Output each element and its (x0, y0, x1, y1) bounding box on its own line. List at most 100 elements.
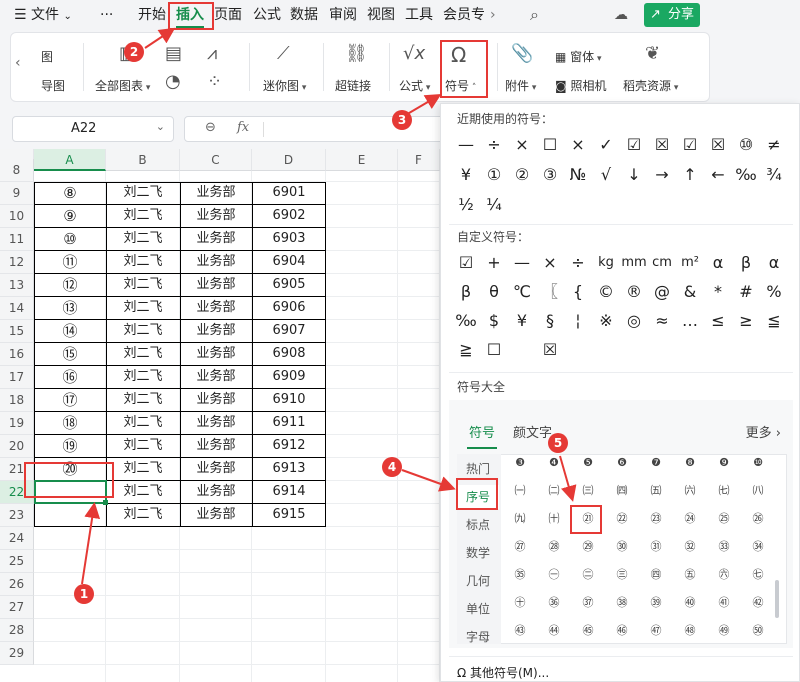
custom-symbol[interactable]: $ (481, 310, 507, 332)
serial-symbol[interactable]: ㉕ (713, 508, 735, 530)
serial-symbol[interactable]: ㊶ (713, 592, 735, 614)
recent-symbol[interactable]: ¼ (481, 194, 507, 216)
custom-symbol[interactable]: + (481, 252, 507, 274)
custom-symbol[interactable]: ¥ (509, 310, 535, 332)
paperclip-icon[interactable]: 📎 (511, 43, 533, 64)
recent-symbol[interactable]: ⑩ (733, 134, 759, 156)
sparkline-icon[interactable]: ⟋ (277, 43, 290, 64)
custom-symbol[interactable]: kg (593, 252, 619, 274)
row-header-10[interactable]: 10 (0, 205, 34, 228)
row-header-26[interactable]: 26 (0, 573, 34, 596)
recent-symbol[interactable]: × (509, 134, 535, 156)
serial-symbol[interactable]: ❾ (713, 452, 735, 474)
cell-c-14[interactable]: 业务部 (180, 297, 252, 320)
recent-symbol[interactable]: ↑ (677, 164, 703, 186)
custom-symbol[interactable]: @ (649, 281, 675, 303)
serial-symbol[interactable]: ❽ (679, 452, 701, 474)
serial-symbol[interactable]: ㉔ (679, 508, 701, 530)
category-6[interactable]: 字母 (457, 625, 499, 649)
serial-symbol[interactable]: ❺ (577, 452, 599, 474)
custom-symbol[interactable]: ≧ (453, 339, 479, 361)
recent-symbol[interactable]: ③ (537, 164, 563, 186)
menu-data[interactable]: 数据 (290, 5, 318, 25)
serial-symbol[interactable]: ㊀ (543, 564, 565, 586)
chevron-right-icon[interactable]: › (490, 5, 496, 25)
custom-symbol[interactable]: α (705, 252, 731, 274)
serial-symbol[interactable]: ㊅ (713, 564, 735, 586)
column-chart-icon[interactable]: ▤ (165, 43, 182, 64)
custom-symbol[interactable]: ≈ (649, 310, 675, 332)
serial-symbol[interactable]: ㊁ (577, 564, 599, 586)
serial-symbol[interactable]: ㉟ (509, 564, 531, 586)
custom-symbol[interactable]: ☒ (537, 339, 563, 361)
cell-c-20[interactable]: 业务部 (180, 435, 252, 458)
row-header-15[interactable]: 15 (0, 320, 34, 343)
recent-symbol[interactable]: ½ (453, 194, 479, 216)
cell-b-18[interactable]: 刘二飞 (106, 389, 180, 412)
ribbon-item-chart-part[interactable]: 图 (41, 48, 53, 65)
custom-symbol[interactable]: × (537, 252, 563, 274)
custom-symbol[interactable]: ® (621, 281, 647, 303)
cell-d-10[interactable]: 6902 (252, 205, 326, 228)
formula-button[interactable]: 公式 ▾ (399, 77, 430, 94)
menu-view[interactable]: 视图 (367, 5, 395, 25)
cloud-icon[interactable]: ☁ (614, 5, 628, 25)
custom-symbol[interactable]: % (761, 281, 787, 303)
other-symbols-button[interactable]: Ω 其他符号(M)... (457, 664, 549, 681)
recent-symbol[interactable]: № (565, 164, 591, 186)
serial-symbol[interactable]: ㊸ (509, 620, 531, 642)
custom-symbol[interactable]: β (733, 252, 759, 274)
menu-review[interactable]: 审阅 (329, 5, 357, 25)
cell-c-9[interactable]: 业务部 (180, 182, 252, 205)
custom-symbol[interactable]: ÷ (565, 252, 591, 274)
cell-a-9[interactable]: ⑧ (34, 182, 106, 205)
serial-symbol[interactable]: ㈣ (611, 480, 633, 502)
leaf-icon[interactable]: ❦ (645, 43, 660, 64)
cell-c-10[interactable]: 业务部 (180, 205, 252, 228)
cell-b-19[interactable]: 刘二飞 (106, 412, 180, 435)
cell-b-13[interactable]: 刘二飞 (106, 274, 180, 297)
serial-symbol[interactable]: ㈦ (713, 480, 735, 502)
window-button[interactable]: ▦ 窗体 ▾ (555, 48, 602, 65)
cell-d-17[interactable]: 6909 (252, 366, 326, 389)
resources-button[interactable]: 稻壳资源 ▾ (623, 77, 678, 94)
serial-symbol[interactable]: ㈢ (577, 480, 599, 502)
cell-d-20[interactable]: 6912 (252, 435, 326, 458)
row-header-12[interactable]: 12 (0, 251, 34, 274)
serial-symbol[interactable]: ㉗ (509, 536, 531, 558)
serial-symbol[interactable]: ㉒ (611, 508, 633, 530)
recent-symbol[interactable]: ① (481, 164, 507, 186)
cell-c-18[interactable]: 业务部 (180, 389, 252, 412)
cell-d-16[interactable]: 6908 (252, 343, 326, 366)
serial-symbol[interactable]: ㊼ (645, 620, 667, 642)
row-header-19[interactable]: 19 (0, 412, 34, 435)
row-header-13[interactable]: 13 (0, 274, 34, 297)
cell-d-19[interactable]: 6911 (252, 412, 326, 435)
cell-b-17[interactable]: 刘二飞 (106, 366, 180, 389)
custom-symbol[interactable]: © (593, 281, 619, 303)
serial-symbol[interactable]: ❼ (645, 452, 667, 474)
cell-d-12[interactable]: 6904 (252, 251, 326, 274)
cell-c-11[interactable]: 业务部 (180, 228, 252, 251)
scrollbar-thumb[interactable] (775, 580, 779, 618)
serial-symbol[interactable]: ❸ (509, 452, 531, 474)
cell-a-14[interactable]: ⑬ (34, 297, 106, 320)
custom-symbol[interactable]: ≦ (761, 310, 787, 332)
serial-symbol[interactable]: ㊿ (747, 620, 769, 642)
custom-symbol[interactable]: & (677, 281, 703, 303)
cell-c-23[interactable]: 业务部 (180, 504, 252, 527)
serial-symbol[interactable]: ㊵ (679, 592, 701, 614)
custom-symbol[interactable]: — (509, 252, 535, 274)
zoom-icon[interactable]: ⊖ (205, 120, 216, 135)
row-header-18[interactable]: 18 (0, 389, 34, 412)
serial-symbol[interactable]: ㉖ (747, 508, 769, 530)
serial-symbol[interactable]: ㉓ (645, 508, 667, 530)
cell-a-23[interactable] (34, 504, 106, 527)
cell-d-18[interactable]: 6910 (252, 389, 326, 412)
custom-symbol[interactable] (509, 339, 535, 361)
cell-a-12[interactable]: ⑪ (34, 251, 106, 274)
cell-a-18[interactable]: ⑰ (34, 389, 106, 412)
recent-symbol[interactable]: — (453, 134, 479, 156)
serial-symbol[interactable]: ❻ (611, 452, 633, 474)
custom-symbol[interactable]: ◎ (621, 310, 647, 332)
